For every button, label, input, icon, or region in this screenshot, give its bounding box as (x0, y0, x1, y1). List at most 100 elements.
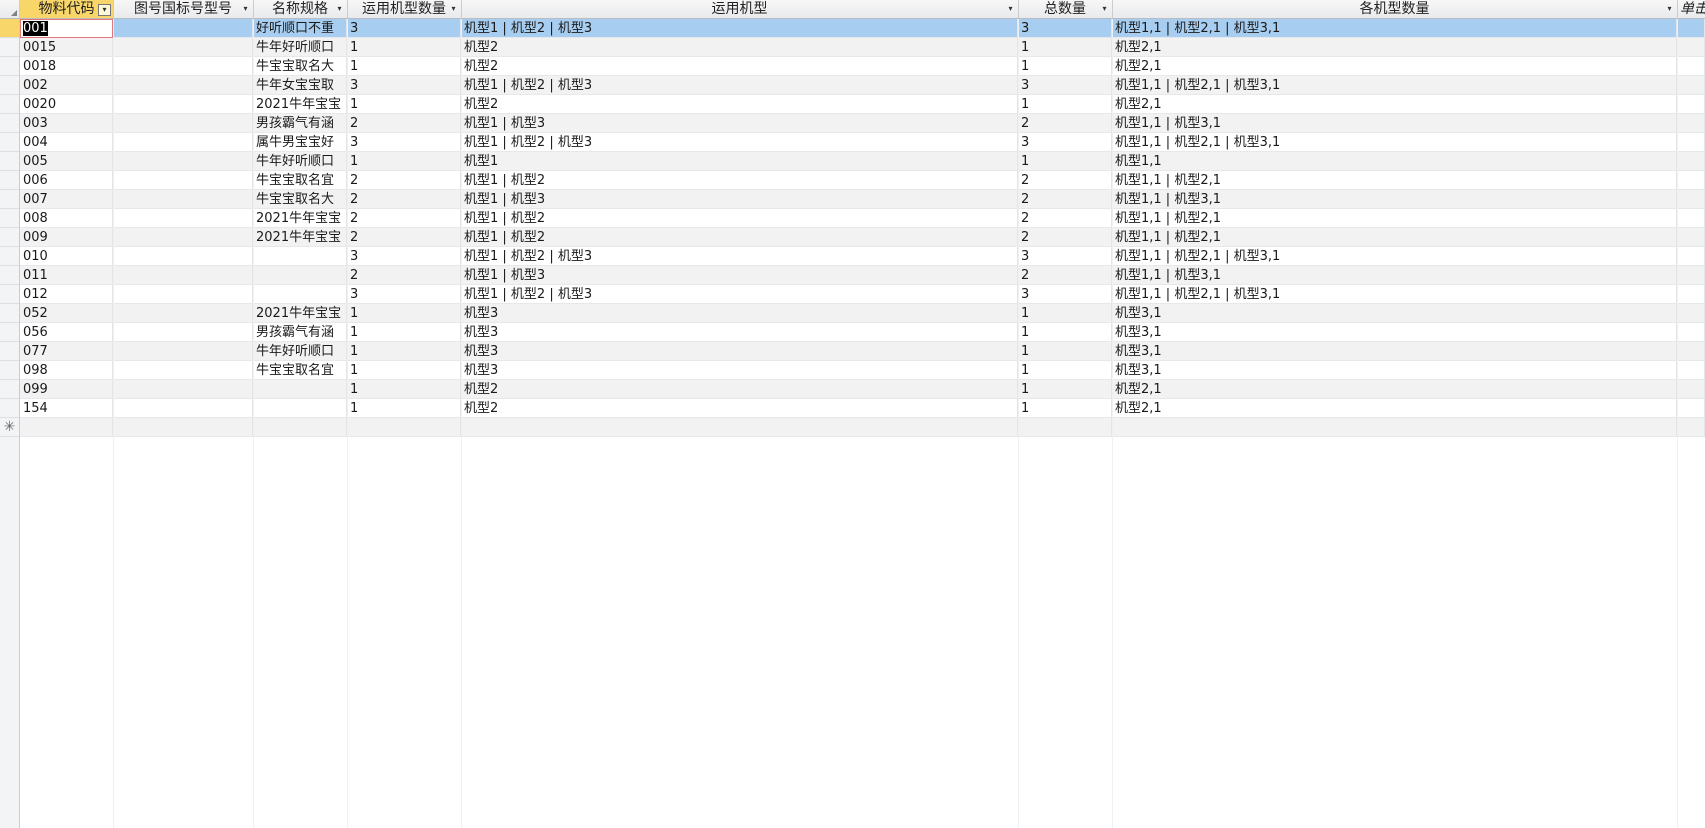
cell-drawing[interactable] (113, 133, 253, 152)
cell-total[interactable]: 2 (1018, 171, 1112, 190)
new-cell-unit[interactable] (1677, 418, 1705, 437)
column-dropdown-icon[interactable]: ▾ (334, 4, 345, 14)
cell-spec[interactable] (253, 380, 347, 399)
table-row[interactable]: 154 1 机型2 1 机型2,1 (20, 399, 1705, 418)
record-selector[interactable] (0, 152, 19, 171)
cell-drawing[interactable] (113, 95, 253, 114)
record-selector[interactable] (0, 38, 19, 57)
cell-code[interactable]: 0015 (20, 38, 113, 57)
cell-code[interactable]: 002 (20, 76, 113, 95)
column-header-drawing[interactable]: 图号国标号型号 ▾ (113, 0, 254, 18)
cell-per_model[interactable]: 机型3,1 (1112, 323, 1677, 342)
table-row[interactable]: 052 2021牛年宝宝 1 机型3 1 机型3,1 (20, 304, 1705, 323)
record-selector[interactable] (0, 285, 19, 304)
cell-per_model[interactable]: 机型1,1 | 机型2,1 | 机型3,1 (1112, 76, 1677, 95)
cell-total[interactable]: 2 (1018, 228, 1112, 247)
cell-code[interactable]: 099 (20, 380, 113, 399)
cell-drawing[interactable] (113, 323, 253, 342)
cell-code[interactable]: 005 (20, 152, 113, 171)
cell-per_model[interactable]: 机型2,1 (1112, 380, 1677, 399)
cell-code[interactable]: 052 (20, 304, 113, 323)
cell-unit[interactable] (1677, 57, 1705, 76)
cell-spec[interactable]: 牛年好听顺口 (253, 342, 347, 361)
cell-spec[interactable] (253, 266, 347, 285)
cell-spec[interactable]: 属牛男宝宝好 (253, 133, 347, 152)
cell-spec[interactable]: 牛年好听顺口 (253, 38, 347, 57)
cell-total[interactable]: 2 (1018, 209, 1112, 228)
table-row[interactable]: 0020 2021牛年宝宝 1 机型2 1 机型2,1 (20, 95, 1705, 114)
column-header-model_count[interactable]: 运用机型数量 ▾ (347, 0, 462, 18)
cell-drawing[interactable] (113, 152, 253, 171)
cell-total[interactable]: 3 (1018, 285, 1112, 304)
table-row[interactable]: 008 2021牛年宝宝 2 机型1 | 机型2 2 机型1,1 | 机型2,1 (20, 209, 1705, 228)
record-selector[interactable] (0, 76, 19, 95)
cell-spec[interactable]: 牛年女宝宝取 (253, 76, 347, 95)
new-cell-spec[interactable] (253, 418, 347, 437)
filter-applied-icon[interactable]: ▾ (98, 4, 111, 16)
cell-per_model[interactable]: 机型1,1 | 机型3,1 (1112, 190, 1677, 209)
record-selector[interactable] (0, 380, 19, 399)
new-cell-total[interactable] (1018, 418, 1112, 437)
select-all-corner[interactable] (0, 0, 20, 18)
cell-code[interactable]: 0020 (20, 95, 113, 114)
cell-model_count[interactable]: 1 (347, 323, 461, 342)
cell-unit[interactable] (1677, 361, 1705, 380)
cell-spec[interactable]: 牛宝宝取名大 (253, 57, 347, 76)
cell-spec[interactable]: 牛宝宝取名大 (253, 190, 347, 209)
cell-model_count[interactable]: 1 (347, 399, 461, 418)
cell-spec[interactable]: 2021牛年宝宝 (253, 304, 347, 323)
cell-models[interactable]: 机型1 (461, 152, 1018, 171)
cell-total[interactable]: 1 (1018, 95, 1112, 114)
cell-per_model[interactable]: 机型1,1 | 机型2,1 (1112, 209, 1677, 228)
cell-drawing[interactable] (113, 19, 253, 38)
record-selector[interactable] (0, 342, 19, 361)
cell-per_model[interactable]: 机型3,1 (1112, 304, 1677, 323)
cell-model_count[interactable]: 3 (347, 19, 461, 38)
cell-code[interactable]: 008 (20, 209, 113, 228)
cell-model_count[interactable]: 1 (347, 304, 461, 323)
cell-per_model[interactable]: 机型1,1 | 机型2,1 | 机型3,1 (1112, 285, 1677, 304)
table-row[interactable]: 098 牛宝宝取名宜 1 机型3 1 机型3,1 (20, 361, 1705, 380)
record-selector[interactable] (0, 19, 19, 38)
column-dropdown-icon[interactable]: ▾ (1099, 4, 1110, 14)
cell-per_model[interactable]: 机型2,1 (1112, 95, 1677, 114)
table-row[interactable]: 099 1 机型2 1 机型2,1 (20, 380, 1705, 399)
cell-model_count[interactable]: 1 (347, 57, 461, 76)
column-dropdown-icon[interactable]: ▾ (1664, 4, 1675, 14)
cell-spec[interactable]: 好听顺口不重 (253, 19, 347, 38)
cell-code[interactable]: 0018 (20, 57, 113, 76)
cell-unit[interactable] (1677, 171, 1705, 190)
table-row[interactable]: 0015 牛年好听顺口 1 机型2 1 机型2,1 (20, 38, 1705, 57)
cell-total[interactable]: 3 (1018, 19, 1112, 38)
table-row[interactable]: 001 好听顺口不重 3 机型1 | 机型2 | 机型3 3 机型1,1 | 机型2,1 … (20, 19, 1705, 38)
cell-spec[interactable]: 牛宝宝取名宜 (253, 361, 347, 380)
record-selector[interactable] (0, 228, 19, 247)
cell-drawing[interactable] (113, 190, 253, 209)
cell-unit[interactable] (1677, 190, 1705, 209)
cell-models[interactable]: 机型1 | 机型2 | 机型3 (461, 133, 1018, 152)
cell-models[interactable]: 机型1 | 机型3 (461, 190, 1018, 209)
cell-models[interactable]: 机型2 (461, 38, 1018, 57)
cell-models[interactable]: 机型1 | 机型2 | 机型3 (461, 247, 1018, 266)
cell-models[interactable]: 机型3 (461, 361, 1018, 380)
table-row[interactable]: 005 牛年好听顺口 1 机型1 1 机型1,1 (20, 152, 1705, 171)
cell-models[interactable]: 机型1 | 机型2 (461, 228, 1018, 247)
cell-per_model[interactable]: 机型1,1 | 机型2,1 | 机型3,1 (1112, 133, 1677, 152)
cell-unit[interactable] (1677, 323, 1705, 342)
cell-per_model[interactable]: 机型2,1 (1112, 399, 1677, 418)
table-row[interactable]: 003 男孩霸气有涵 2 机型1 | 机型3 2 机型1,1 | 机型3,1 (20, 114, 1705, 133)
cell-model_count[interactable]: 3 (347, 247, 461, 266)
cell-model_count[interactable]: 3 (347, 285, 461, 304)
cell-total[interactable]: 1 (1018, 152, 1112, 171)
new-cell-models[interactable] (461, 418, 1018, 437)
cell-unit[interactable] (1677, 266, 1705, 285)
cell-model_count[interactable]: 1 (347, 380, 461, 399)
cell-per_model[interactable]: 机型2,1 (1112, 38, 1677, 57)
cell-unit[interactable] (1677, 342, 1705, 361)
record-selector[interactable] (0, 209, 19, 228)
cell-model_count[interactable]: 1 (347, 152, 461, 171)
cell-code[interactable]: 098 (20, 361, 113, 380)
cell-per_model[interactable]: 机型1,1 | 机型2,1 | 机型3,1 (1112, 19, 1677, 38)
cell-spec[interactable] (253, 285, 347, 304)
cell-per_model[interactable]: 机型1,1 | 机型2,1 (1112, 171, 1677, 190)
